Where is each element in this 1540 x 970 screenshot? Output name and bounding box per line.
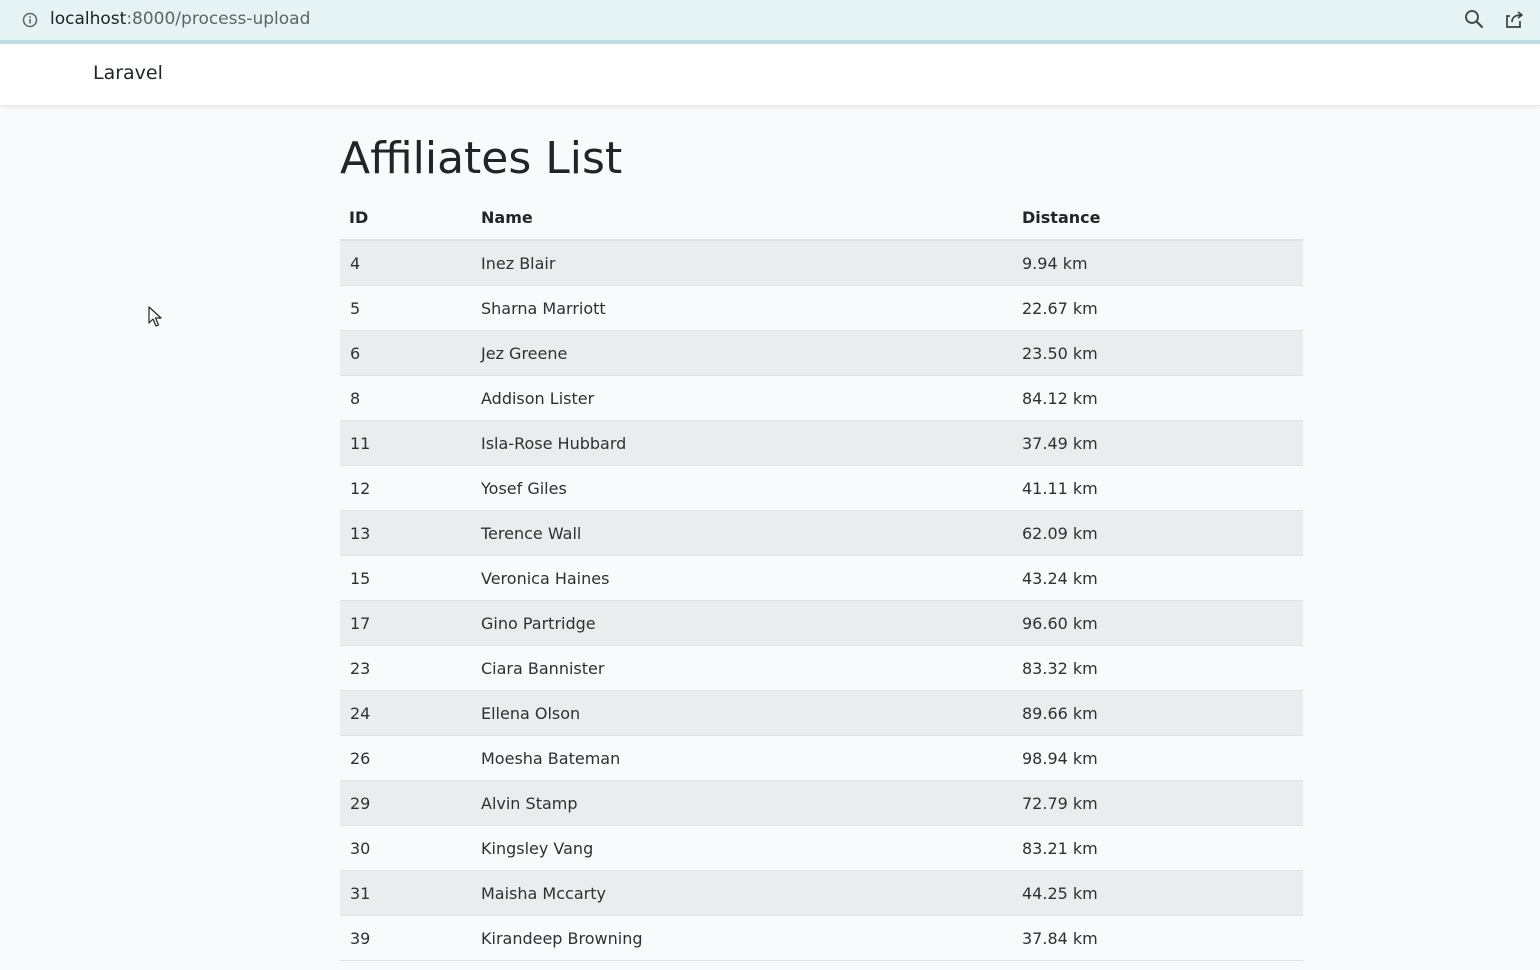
table-row: 23 Ciara Bannister 83.32 km [340, 645, 1303, 691]
cell-distance: 96.60 km [1022, 600, 1303, 646]
cell-id: 4 [340, 239, 462, 286]
cell-name: Isla-Rose Hubbard [462, 420, 1022, 466]
cell-distance: 72.79 km [1022, 780, 1303, 826]
cell-id: 26 [340, 735, 462, 781]
table-row: 13 Terence Wall 62.09 km [340, 510, 1303, 556]
cell-id: 6 [340, 330, 462, 376]
cell-id: 15 [340, 555, 462, 601]
cell-id: 23 [340, 645, 462, 691]
column-header-name: Name [462, 196, 1022, 241]
cell-distance: 37.84 km [1022, 915, 1303, 961]
cell-name: Maisha Mccarty [462, 870, 1022, 916]
column-header-distance: Distance [1022, 196, 1303, 241]
info-icon[interactable] [20, 10, 40, 30]
table-row: 6 Jez Greene 23.50 km [340, 330, 1303, 376]
cell-distance: 84.12 km [1022, 375, 1303, 421]
cell-name: Jez Greene [462, 330, 1022, 376]
table-row: 29 Alvin Stamp 72.79 km [340, 780, 1303, 826]
cell-name: Moesha Bateman [462, 735, 1022, 781]
zoom-icon[interactable] [1462, 7, 1486, 31]
cell-name: Inez Blair [462, 239, 1022, 286]
url-host: localhost [50, 9, 127, 29]
share-icon[interactable] [1502, 7, 1526, 31]
table-row: 11 Isla-Rose Hubbard 37.49 km [340, 420, 1303, 466]
table-row: 17 Gino Partridge 96.60 km [340, 600, 1303, 646]
cell-distance: 43.24 km [1022, 555, 1303, 601]
cell-name: Terence Wall [462, 510, 1022, 556]
table-row: 4 Inez Blair 9.94 km [340, 239, 1303, 286]
table-header-row: ID Name Distance [340, 196, 1303, 241]
cell-distance: 83.32 km [1022, 645, 1303, 691]
cell-distance: 44.25 km [1022, 870, 1303, 916]
cell-distance: 22.67 km [1022, 285, 1303, 331]
page-title: Affiliates List [340, 133, 623, 184]
cell-id: 13 [340, 510, 462, 556]
column-header-id: ID [340, 196, 462, 241]
cell-distance: 37.49 km [1022, 420, 1303, 466]
cell-distance: 89.66 km [1022, 690, 1303, 736]
table-row: 8 Addison Lister 84.12 km [340, 375, 1303, 421]
cell-id: 24 [340, 690, 462, 736]
cell-name: Ciara Bannister [462, 645, 1022, 691]
cell-distance: 9.94 km [1022, 239, 1303, 286]
brand-link[interactable]: Laravel [93, 62, 163, 84]
table-row: 39 Kirandeep Browning 37.84 km [340, 915, 1303, 961]
navbar: Laravel [0, 44, 1540, 106]
table-row: 24 Ellena Olson 89.66 km [340, 690, 1303, 736]
table-row: 5 Sharna Marriott 22.67 km [340, 285, 1303, 331]
cell-distance: 41.11 km [1022, 465, 1303, 511]
cell-name: Ellena Olson [462, 690, 1022, 736]
cell-name: Sharna Marriott [462, 285, 1022, 331]
url-path: :8000/process-upload [126, 9, 311, 29]
cell-distance: 23.50 km [1022, 330, 1303, 376]
cell-distance: 83.21 km [1022, 825, 1303, 871]
cell-id: 17 [340, 600, 462, 646]
cell-id: 31 [340, 870, 462, 916]
cell-distance: 98.94 km [1022, 735, 1303, 781]
table-row: 30 Kingsley Vang 83.21 km [340, 825, 1303, 871]
affiliates-table: ID Name Distance 4 Inez Blair 9.94 km 5 Shar… [340, 196, 1303, 961]
table-row: 26 Moesha Bateman 98.94 km [340, 735, 1303, 781]
cell-id: 29 [340, 780, 462, 826]
browser-address-bar: localhost:8000/process-upload [0, 0, 1540, 44]
url-field[interactable]: localhost:8000/process-upload [50, 8, 310, 30]
cell-name: Addison Lister [462, 375, 1022, 421]
cell-id: 11 [340, 420, 462, 466]
mouse-cursor-icon [148, 306, 162, 328]
cell-id: 30 [340, 825, 462, 871]
cell-distance: 62.09 km [1022, 510, 1303, 556]
table-body: 4 Inez Blair 9.94 km 5 Sharna Marriott 22.67 … [340, 239, 1303, 961]
cell-name: Kirandeep Browning [462, 915, 1022, 961]
cell-name: Veronica Haines [462, 555, 1022, 601]
cell-name: Gino Partridge [462, 600, 1022, 646]
table-row: 15 Veronica Haines 43.24 km [340, 555, 1303, 601]
table-row: 31 Maisha Mccarty 44.25 km [340, 870, 1303, 916]
cell-id: 5 [340, 285, 462, 331]
cell-id: 8 [340, 375, 462, 421]
cell-id: 12 [340, 465, 462, 511]
cell-name: Kingsley Vang [462, 825, 1022, 871]
table-row: 12 Yosef Giles 41.11 km [340, 465, 1303, 511]
cell-id: 39 [340, 915, 462, 961]
cell-name: Alvin Stamp [462, 780, 1022, 826]
cell-name: Yosef Giles [462, 465, 1022, 511]
